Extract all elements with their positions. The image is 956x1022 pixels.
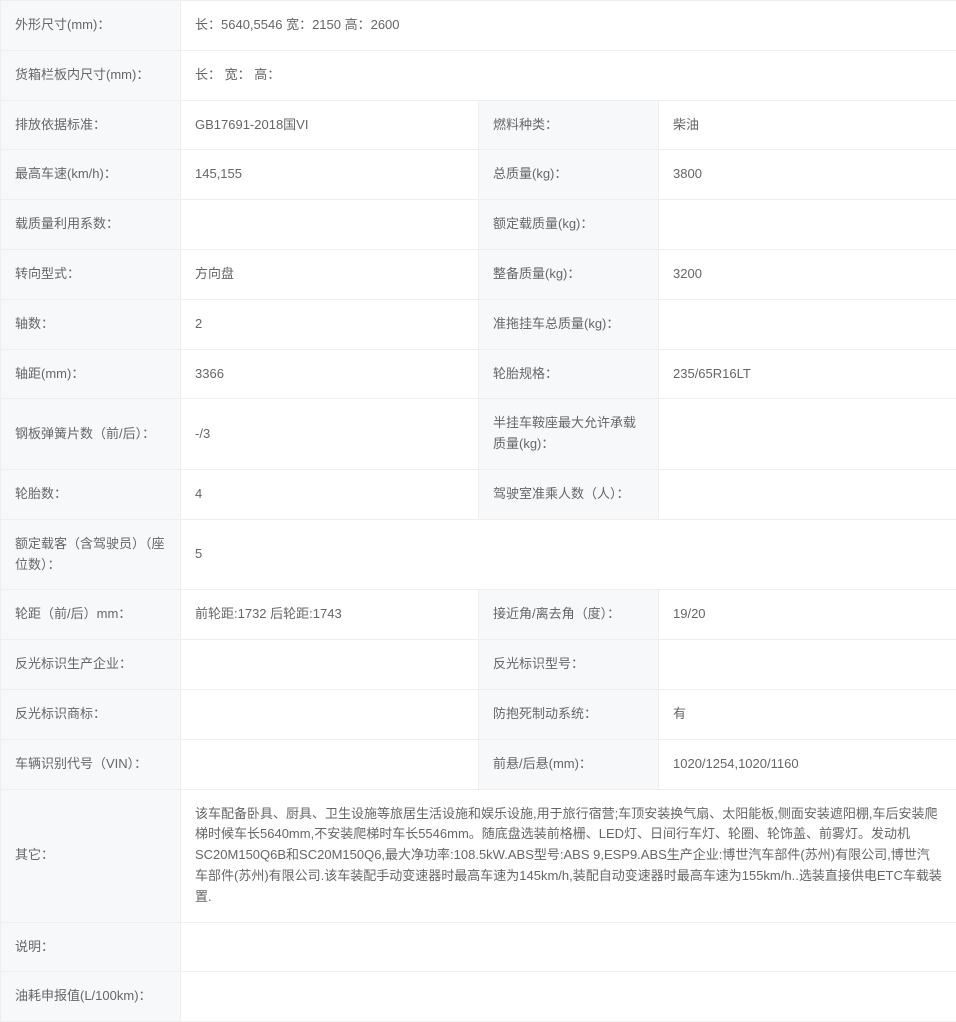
- value-curb: 3200: [659, 249, 956, 299]
- value-gross: 3800: [659, 150, 956, 200]
- label-dim: 外形尺寸(mm)：: [1, 1, 181, 51]
- table-row: 排放依据标准： GB17691-2018国VI 燃料种类： 柴油: [1, 100, 956, 150]
- label-track: 轮距（前/后）mm：: [1, 590, 181, 640]
- label-note: 说明：: [1, 922, 181, 972]
- label-curb: 整备质量(kg)：: [479, 249, 659, 299]
- label-rated: 额定载质量(kg)：: [479, 200, 659, 250]
- value-axles: 2: [181, 299, 479, 349]
- label-axles: 轴数：: [1, 299, 181, 349]
- label-cab: 驾驶室准乘人数（人）：: [479, 469, 659, 519]
- table-row: 轴距(mm)： 3366 轮胎规格： 235/65R16LT: [1, 349, 956, 399]
- label-spring: 钢板弹簧片数（前/后）：: [1, 399, 181, 470]
- value-cargo: 长： 宽： 高：: [181, 50, 956, 100]
- table-row: 载质量利用系数： 额定载质量(kg)：: [1, 200, 956, 250]
- table-row: 额定载客（含驾驶员）（座位数）： 5: [1, 519, 956, 590]
- label-emission: 排放依据标准：: [1, 100, 181, 150]
- table-row: 说明：: [1, 922, 956, 972]
- value-trailer: [659, 299, 956, 349]
- label-fuelcons: 油耗申报值(L/100km)：: [1, 972, 181, 1022]
- value-fuelcons: [181, 972, 956, 1022]
- value-refltm: [181, 689, 479, 739]
- value-abs: 有: [659, 689, 956, 739]
- value-vin: [181, 739, 479, 789]
- value-note: [181, 922, 956, 972]
- value-passengers: 5: [181, 519, 956, 590]
- label-tirecount: 轮胎数：: [1, 469, 181, 519]
- value-other: 该车配备卧具、厨具、卫生设施等旅居生活设施和娱乐设施,用于旅行宿营;车顶安装换气…: [181, 789, 956, 922]
- label-maxspeed: 最高车速(km/h)：: [1, 150, 181, 200]
- value-rated: [659, 200, 956, 250]
- value-wheelbase: 3366: [181, 349, 479, 399]
- label-refltm: 反光标识商标：: [1, 689, 181, 739]
- label-reflmodel: 反光标识型号：: [479, 640, 659, 690]
- table-row: 其它： 该车配备卧具、厨具、卫生设施等旅居生活设施和娱乐设施,用于旅行宿营;车顶…: [1, 789, 956, 922]
- table-row: 油耗申报值(L/100km)：: [1, 972, 956, 1022]
- value-fuel: 柴油: [659, 100, 956, 150]
- label-gross: 总质量(kg)：: [479, 150, 659, 200]
- value-reflmfr: [181, 640, 479, 690]
- table-row: 货箱栏板内尺寸(mm)： 长： 宽： 高：: [1, 50, 956, 100]
- label-abs: 防抱死制动系统：: [479, 689, 659, 739]
- table-row: 转向型式： 方向盘 整备质量(kg)： 3200: [1, 249, 956, 299]
- value-tirecount: 4: [181, 469, 479, 519]
- table-row: 轴数： 2 准拖挂车总质量(kg)：: [1, 299, 956, 349]
- value-loadutil: [181, 200, 479, 250]
- table-row: 最高车速(km/h)： 145,155 总质量(kg)： 3800: [1, 150, 956, 200]
- value-semi: [659, 399, 956, 470]
- label-trailer: 准拖挂车总质量(kg)：: [479, 299, 659, 349]
- spec-table: 外形尺寸(mm)： 长：5640,5546 宽：2150 高：2600 货箱栏板…: [0, 0, 956, 1022]
- value-angle: 19/20: [659, 590, 956, 640]
- table-row: 车辆识别代号（VIN）： 前悬/后悬(mm)： 1020/1254,1020/1…: [1, 739, 956, 789]
- value-tirespec: 235/65R16LT: [659, 349, 956, 399]
- value-cab: [659, 469, 956, 519]
- table-row: 轮胎数： 4 驾驶室准乘人数（人）：: [1, 469, 956, 519]
- value-maxspeed: 145,155: [181, 150, 479, 200]
- value-track: 前轮距:1732 后轮距:1743: [181, 590, 479, 640]
- value-dim: 长：5640,5546 宽：2150 高：2600: [181, 1, 956, 51]
- table-row: 外形尺寸(mm)： 长：5640,5546 宽：2150 高：2600: [1, 1, 956, 51]
- value-overhang: 1020/1254,1020/1160: [659, 739, 956, 789]
- label-reflmfr: 反光标识生产企业：: [1, 640, 181, 690]
- label-overhang: 前悬/后悬(mm)：: [479, 739, 659, 789]
- value-emission: GB17691-2018国VI: [181, 100, 479, 150]
- label-tirespec: 轮胎规格：: [479, 349, 659, 399]
- table-row: 反光标识生产企业： 反光标识型号：: [1, 640, 956, 690]
- label-semi: 半挂车鞍座最大允许承载质量(kg)：: [479, 399, 659, 470]
- label-steer: 转向型式：: [1, 249, 181, 299]
- label-other: 其它：: [1, 789, 181, 922]
- value-steer: 方向盘: [181, 249, 479, 299]
- value-reflmodel: [659, 640, 956, 690]
- label-wheelbase: 轴距(mm)：: [1, 349, 181, 399]
- label-vin: 车辆识别代号（VIN）：: [1, 739, 181, 789]
- label-loadutil: 载质量利用系数：: [1, 200, 181, 250]
- table-row: 轮距（前/后）mm： 前轮距:1732 后轮距:1743 接近角/离去角（度）：…: [1, 590, 956, 640]
- label-angle: 接近角/离去角（度）：: [479, 590, 659, 640]
- table-row: 反光标识商标： 防抱死制动系统： 有: [1, 689, 956, 739]
- label-fuel: 燃料种类：: [479, 100, 659, 150]
- value-spring: -/3: [181, 399, 479, 470]
- label-passengers: 额定载客（含驾驶员）（座位数）：: [1, 519, 181, 590]
- label-cargo: 货箱栏板内尺寸(mm)：: [1, 50, 181, 100]
- table-row: 钢板弹簧片数（前/后）： -/3 半挂车鞍座最大允许承载质量(kg)：: [1, 399, 956, 470]
